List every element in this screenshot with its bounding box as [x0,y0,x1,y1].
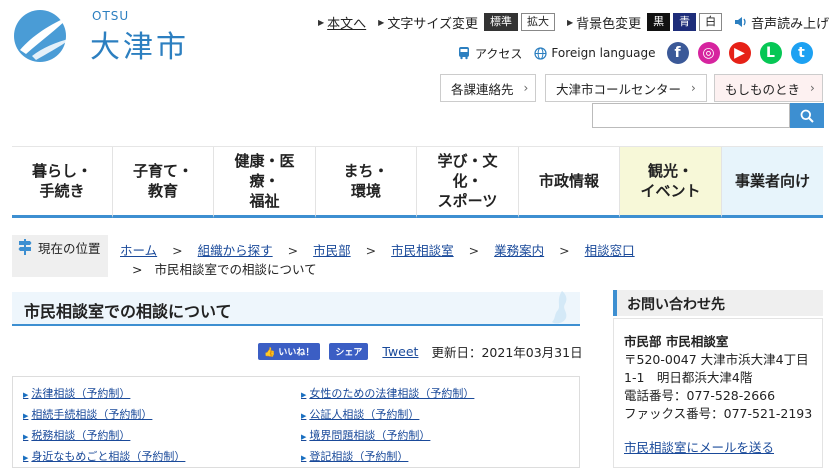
page-title: 市民相談室での相談について [24,302,232,321]
triangle-icon: ▶ [301,433,307,441]
chevron-right-icon: › [810,81,815,95]
triangle-icon: ▶ [318,17,325,27]
triangle-icon: ▶ [23,391,29,399]
sns-links: f ◎ ▶ Lt [658,42,813,64]
skip-to-content-link[interactable]: 本文へ [327,13,366,32]
logo-mark-icon [14,10,72,62]
nav-item-tourism[interactable]: 観光・ イベント [620,147,722,218]
link-registration[interactable]: ▶ 登記相談（予約制） [301,448,408,464]
foreign-language-link[interactable]: Foreign language [551,46,655,60]
triangle-icon: ▶ [23,454,29,462]
speaker-icon [735,17,746,27]
quick-button-label: もしものとき [725,81,801,97]
bg-black-button[interactable]: 黒 [647,13,671,31]
breadcrumb-services[interactable]: 業務案内 [494,243,544,258]
signpost-icon [18,239,32,255]
nav-item-living[interactable]: 暮らし・ 手続き [12,147,113,218]
nav-item-business[interactable]: 事業者向け [722,147,823,218]
search-icon [800,109,814,123]
instagram-icon[interactable]: ◎ [697,42,720,64]
contact-dept: 市民部 市民相談室 [624,334,729,349]
contact-address-1: 〒520-0047 大津市浜大津4丁目 [624,352,809,367]
twitter-icon[interactable]: t [790,42,813,64]
search-input[interactable] [592,103,790,128]
facebook-icon[interactable]: f [666,42,689,64]
global-nav: 暮らし・ 手続き 子育て・ 教育 健康・医 療・ 福祉 まち・ 環境 学び・文 … [12,146,823,220]
triangle-icon: ▶ [301,412,307,420]
share-bar: 👍 いいね！ シェア Tweet 更新日：2021年03月31日 [258,341,583,361]
facebook-share-button[interactable]: シェア [329,342,369,360]
link-women-legal[interactable]: ▶ 女性のための法律相談（予約制） [301,385,474,401]
breadcrumb-label: 現在の位置 [12,235,108,277]
triangle-icon: ▶ [23,412,29,420]
contact-title-bar: お問い合わせ先 [613,290,823,316]
breadcrumb-window[interactable]: 相談窓口 [585,243,635,258]
contact-title: お問い合わせ先 [627,297,725,313]
search-button[interactable] [790,103,824,128]
breadcrumb-section[interactable]: 市民相談室 [391,243,454,258]
quick-button-label: 各課連絡先 [451,81,514,97]
breadcrumb-org[interactable]: 組織から探す [198,243,273,258]
nav-item-culture[interactable]: 学び・文 化・ スポーツ [417,147,519,218]
lake-biwa-icon [552,291,567,324]
logo-name: 大津市 [90,30,189,65]
nav-item-town[interactable]: まち・ 環境 [316,147,417,218]
nav-item-childcare[interactable]: 子育て・ 教育 [113,147,214,218]
bg-color-label: 背景色変更 [576,16,642,32]
call-center-button[interactable]: 大津市コールセンター › [545,74,707,102]
utility-bar-2: アクセス Foreign language f ◎ ▶ Lt [457,42,813,64]
access-link[interactable]: アクセス [475,45,522,62]
quick-button-label: 大津市コールセンター [556,81,682,97]
youtube-icon[interactable]: ▶ [728,42,751,64]
updated-date: 更新日：2021年03月31日 [431,344,583,360]
triangle-icon: ▶ [566,17,574,27]
nav-item-health[interactable]: 健康・医 療・ 福祉 [214,147,316,218]
bg-blue-button[interactable]: 青 [673,13,697,31]
contact-address-2: 1-1 明日都浜大津4階 [624,370,753,385]
logo-roman: OTSU [92,9,130,23]
emergency-button[interactable]: もしものとき › [714,74,823,102]
breadcrumb-current: 市民相談室での相談について [154,262,317,277]
breadcrumb-home[interactable]: ホーム [120,243,157,258]
speech-button[interactable]: 音声読み上げ [751,13,829,32]
line-icon[interactable]: L [759,42,782,64]
link-notary[interactable]: ▶ 公証人相談（予約制） [301,406,419,422]
chevron-right-icon: › [523,81,529,95]
font-size-large-button[interactable]: 拡大 [520,13,555,31]
facebook-like-button[interactable]: 👍 いいね！ [258,342,321,360]
contact-box: 市民部 市民相談室 〒520-0047 大津市浜大津4丁目 1-1 明日都浜大津… [613,318,823,468]
thumbs-up-icon: 👍 [264,347,276,358]
nav-item-city-info[interactable]: 市政情報 [519,147,620,218]
contacts-list-button[interactable]: 各課連絡先 › [440,74,536,102]
link-legal[interactable]: ▶ 法律相談（予約制） [23,385,130,401]
bus-icon [459,47,469,60]
page-title-bar: 市民相談室での相談について [12,291,580,326]
link-boundary[interactable]: ▶ 境界問題相談（予約制） [301,427,430,443]
contact-mail-link[interactable]: 市民相談室にメールを送る [624,437,774,456]
font-size-label: 文字サイズ変更 [387,16,478,32]
font-size-standard-button[interactable]: 標準 [483,13,518,31]
link-tax[interactable]: ▶ 税務相談（予約制） [23,427,130,443]
link-inheritance[interactable]: ▶ 相続手続相談（予約制） [23,406,152,422]
triangle-icon: ▶ [301,454,307,462]
chevron-right-icon: › [691,81,696,95]
breadcrumb: ホーム > 組織から探す > 市民部 > 市民相談室 > 業務案内 > 相談窓口 [120,243,635,258]
tweet-button[interactable]: Tweet [382,344,418,359]
triangle-icon: ▶ [23,433,29,441]
like-label: いいね！ [278,347,315,358]
triangle-icon: ▶ [301,391,307,399]
breadcrumb-current-line: > 市民相談室での相談について [132,262,317,277]
consultation-links: ▶ 法律相談（予約制） ▶ 女性のための法律相談（予約制） ▶ 相続手続相談（予約制）… [12,376,580,468]
contact-fax: ファックス番号：077-521-2193 [624,406,813,421]
breadcrumb-dept[interactable]: 市民部 [313,243,351,258]
triangle-icon: ▶ [378,17,385,27]
link-disputes[interactable]: ▶ 身近なもめごと相談（予約制） [23,448,185,464]
utility-bar: ▶ 本文へ ▶ 文字サイズ変更 標準 拡大 ▶ 背景色変更 黒 青 白 音声読み… [318,12,829,32]
globe-icon [534,46,548,60]
contact-phone: 電話番号：077-528-2666 [624,388,776,403]
bg-white-button[interactable]: 白 [699,13,723,31]
current-position-label: 現在の位置 [38,241,101,256]
